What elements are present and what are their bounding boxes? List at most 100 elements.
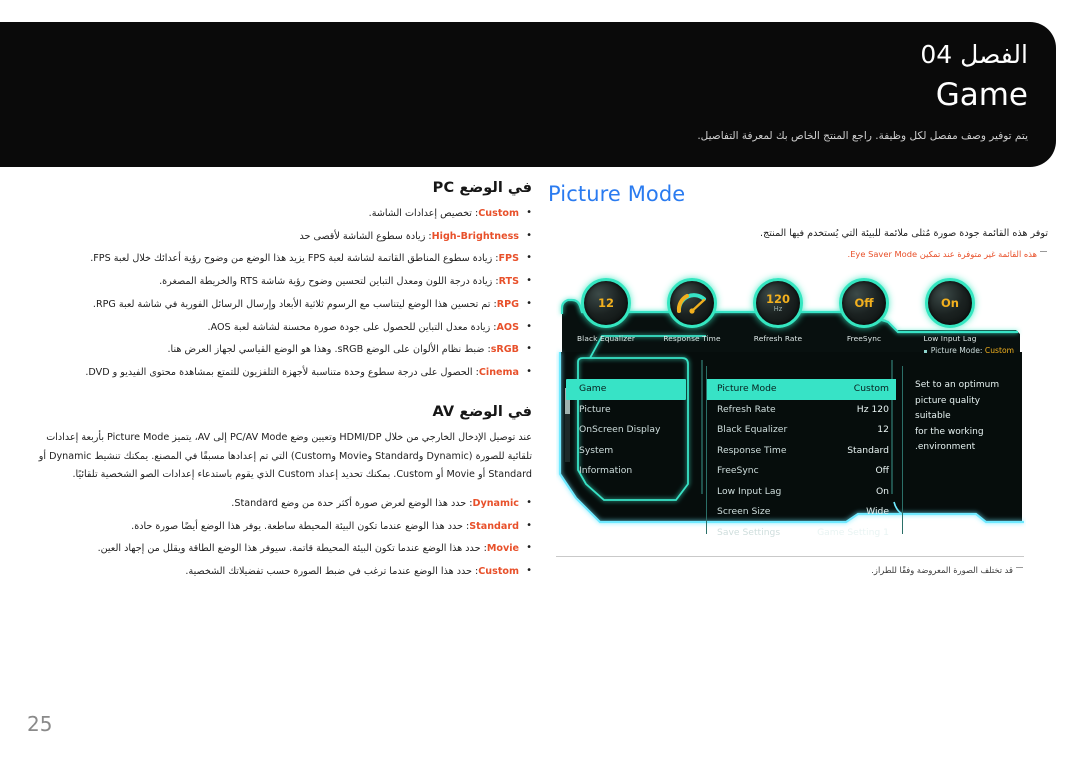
list-item-keyword: AOS (496, 321, 520, 333)
osd-panel: Game Picture OnScreen Display System Informa… (566, 366, 1018, 538)
osd-setting-label: Picture Mode (717, 383, 777, 394)
dial-label: Response Time (663, 334, 721, 343)
list-item-keyword: RTS (498, 276, 519, 288)
list-item-text: : زيادة سطوع الشاشة لأقصى حد (299, 230, 432, 242)
dial-label: Low Input Lag (923, 334, 977, 343)
dial-value: 12 (597, 296, 614, 310)
list-item-keyword: Movie (486, 543, 519, 555)
list-item-keyword: Cinema (478, 366, 519, 378)
right-content-column: Picture Mode توفر هذه القائمة جودة صورة … (548, 180, 1048, 261)
dial-icon: Off (839, 278, 889, 328)
list-item-text: : زيادة سطوع المناطق القاتمة لشاشة لعبة … (90, 253, 499, 265)
osd-dial: Response Time (654, 278, 730, 350)
osd-setting-row[interactable]: Save Settings Game Setting 1 (707, 523, 896, 544)
list-item-keyword: High-Brightness (431, 230, 519, 242)
osd-menu-item[interactable]: Picture (566, 400, 696, 421)
osd-dial: On Low Input Lag (912, 278, 988, 350)
dial-icon: On (925, 278, 975, 328)
chapter-title: Game (935, 77, 1028, 113)
list-item-text: : تخصيص إعدادات الشاشة. (368, 208, 479, 219)
dial-icon (667, 278, 717, 328)
dial-value: Off (854, 296, 874, 310)
osd-help-line: Set to an optimum (915, 380, 1000, 390)
av-mode-list: Dynamic: حدد هذا الوضع لعرض صورة أكثر حد… (22, 494, 532, 581)
list-item-text: : ضبط نظام الألوان على الوضع sRGB. وهذا … (167, 344, 491, 356)
osd-dial: 120 Hz Refresh Rate (740, 278, 816, 350)
list-item-keyword: Custom (478, 208, 519, 219)
list-item-keyword: Dynamic (472, 497, 520, 509)
picture-mode-note: هذه القائمة غير متوفرة عند تمكين Eye Sav… (548, 247, 1048, 261)
av-mode-paragraph: عند توصيل الإدخال الخارجي من خلال HDMI/D… (38, 432, 532, 481)
osd-setting-row[interactable]: FreeSync Off (707, 461, 896, 482)
osd-footnote: قد تختلف الصورة المعروضة وفقًا للطراز. (556, 563, 1024, 577)
pc-mode-heading: في الوضع PC (432, 180, 532, 196)
osd-setting-row[interactable]: Screen Size Wide (707, 502, 896, 523)
list-item-text: : حدد هذا الوضع عندما تكون البيئة المحيط… (131, 520, 470, 532)
osd-setting-label: Low Input Lag (717, 485, 782, 497)
osd-footnote-divider (556, 556, 1024, 557)
list-item-text: : حدد هذا الوضع عندما ترغب في ضبط الصورة… (185, 566, 479, 578)
list-item-text: : حدد هذا الوضع لعرض صورة أكثر حدة من وض… (231, 497, 473, 509)
dial-icon: 120 Hz (753, 278, 803, 328)
osd-setting-label: FreeSync (717, 465, 759, 476)
list-item: Custom: تخصيص إعدادات الشاشة. (22, 204, 532, 223)
list-item-keyword: Custom (478, 566, 519, 578)
osd-setting-value: Game Setting 1 (817, 526, 889, 538)
list-item-text: : زيادة معدل التباين للحصول على جودة صور… (207, 321, 497, 333)
bullet-icon (923, 349, 927, 353)
osd-setting-row[interactable]: Low Input Lag On (707, 482, 896, 503)
dial-label: Black Equalizer (577, 334, 635, 343)
osd-setting-label: Response Time (717, 444, 787, 456)
dial-label: Refresh Rate (753, 334, 803, 343)
left-content-column: في الوضع PC Custom: تخصيص إعدادات الشاشة… (22, 180, 532, 586)
list-item: Movie: حدد هذا الوضع عندما تكون البيئة ا… (22, 539, 532, 558)
page-number: 25 (27, 712, 53, 736)
list-item-text: : حدد هذا الوضع عندما تكون البيئة المحيط… (97, 543, 487, 555)
osd-dial-row: 12 Black Equalizer Response Time 120 Hz Refre… (568, 278, 1008, 350)
picture-mode-description: توفر هذه القائمة جودة صورة مُثلى ملائمة … (760, 228, 1048, 239)
osd-menu-item[interactable]: Game (566, 379, 686, 400)
chapter-subtitle: يتم توفير وصف مفصل لكل وظيفة. راجع المنت… (697, 130, 1028, 142)
dial-value: 120 (765, 292, 790, 306)
osd-help-column: Set to an optimum picture quality suitabl… (902, 366, 1018, 534)
osd-setting-row[interactable]: Refresh Rate Hz 120 (707, 400, 896, 421)
list-item-keyword: Standard (469, 520, 519, 532)
osd-setting-value: Hz 120 (856, 403, 889, 415)
list-item-keyword: sRGB (490, 344, 519, 356)
list-item-text: : الحصول على درجة سطوع وحدة متناسبة لأجه… (85, 366, 479, 378)
osd-screenshot-graphic: 12 Black Equalizer Response Time 120 Hz Refre… (556, 278, 1026, 546)
list-item: FPS: زيادة سطوع المناطق القاتمة لشاشة لع… (22, 249, 532, 268)
osd-setting-row[interactable]: Response Time Standard (707, 441, 896, 462)
av-mode-heading: في الوضع AV (432, 404, 532, 421)
osd-setting-value: Off (875, 465, 889, 476)
osd-menu-column: Game Picture OnScreen Display System Informa… (566, 366, 696, 534)
osd-menu-item[interactable]: OnScreen Display (566, 420, 696, 441)
list-item: Cinema: الحصول على درجة سطوع وحدة متناسب… (22, 363, 532, 382)
list-item: RTS: زيادة درجة اللون ومعدل التباين لتحس… (22, 272, 532, 291)
list-item-text: : تم تحسين هذا الوضع ليتناسب مع الرسوم ث… (92, 298, 497, 310)
list-item-keyword: RPG (496, 298, 519, 310)
chapter-number: الفصل 04 (920, 40, 1028, 69)
osd-breadcrumb-value: Custom (984, 346, 1014, 355)
chapter-header-text: الفصل 04 Game يتم توفير وصف مفصل لكل وظي… (697, 38, 1028, 144)
osd-help-line: picture quality suitable (915, 395, 981, 422)
osd-setting-label: Refresh Rate (717, 403, 776, 415)
dial-value: On (941, 296, 959, 310)
osd-setting-value: Wide (866, 506, 889, 517)
osd-dial: Off FreeSync (826, 278, 902, 350)
list-item: RPG: تم تحسين هذا الوضع ليتناسب مع الرسو… (22, 295, 532, 314)
osd-setting-value: On (875, 485, 889, 497)
osd-setting-label: Screen Size (717, 506, 771, 517)
osd-menu-item[interactable]: Information (566, 461, 696, 482)
chapter-header-band: الفصل 04 Game يتم توفير وصف مفصل لكل وظي… (0, 22, 1056, 167)
osd-setting-label: Black Equalizer (717, 424, 788, 435)
osd-setting-label: Save Settings (717, 526, 781, 538)
osd-setting-row[interactable]: Picture Mode Custom (707, 379, 896, 400)
osd-setting-value: 12 (877, 424, 889, 435)
osd-setting-row[interactable]: Black Equalizer 12 (707, 420, 896, 441)
dial-unit: Hz (773, 305, 783, 313)
osd-help-line: .environment (915, 442, 976, 452)
osd-setting-value: Standard (847, 444, 889, 456)
osd-menu-item[interactable]: System (566, 441, 696, 462)
page-root: الفصل 04 Game يتم توفير وصف مفصل لكل وظي… (0, 0, 1080, 763)
